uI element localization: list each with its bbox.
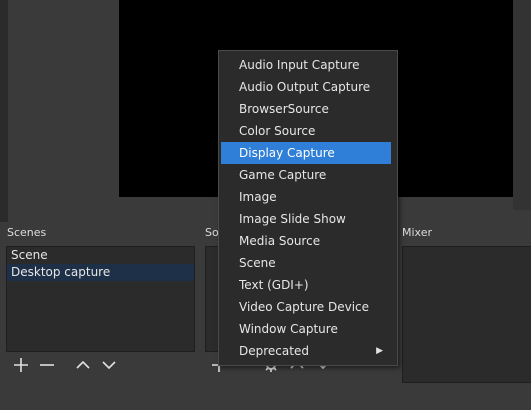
mixer-panel xyxy=(402,246,531,383)
menu-item-label: Text (GDI+) xyxy=(239,278,309,292)
preview-right-frame xyxy=(513,0,531,210)
move-scene-up-button[interactable] xyxy=(73,355,93,375)
menu-item-label: Image xyxy=(239,190,277,204)
menu-item-label: Audio Output Capture xyxy=(239,80,371,94)
menu-item-label: Video Capture Device xyxy=(239,300,370,314)
menu-item-browser-source[interactable]: BrowserSource xyxy=(221,98,391,120)
menu-item-label: Game Capture xyxy=(239,168,327,182)
chevron-up-icon xyxy=(76,360,90,369)
menu-item-window-capture[interactable]: Window Capture xyxy=(221,318,391,340)
mixer-dock-title: Mixer xyxy=(402,226,433,239)
sources-dock-title: So xyxy=(205,226,219,239)
menu-item-image-slide-show[interactable]: Image Slide Show xyxy=(221,208,391,230)
menu-item-game-capture[interactable]: Game Capture xyxy=(221,164,391,186)
menu-item-label: Display Capture xyxy=(239,146,335,160)
preview-left-bar xyxy=(0,0,8,222)
chevron-down-icon xyxy=(102,361,116,370)
menu-item-label: Scene xyxy=(239,256,276,270)
move-scene-down-button[interactable] xyxy=(99,355,119,375)
menu-item-video-capture-device[interactable]: Video Capture Device xyxy=(221,296,391,318)
scenes-dock-title: Scenes xyxy=(7,226,47,239)
menu-item-color-source[interactable]: Color Source xyxy=(221,120,391,142)
add-source-menu: Audio Input Capture Audio Output Capture… xyxy=(218,50,398,366)
minus-icon xyxy=(40,364,54,366)
menu-item-label: BrowserSource xyxy=(239,102,329,116)
menu-item-audio-output-capture[interactable]: Audio Output Capture xyxy=(221,76,391,98)
menu-item-deprecated[interactable]: Deprecated ▶ xyxy=(221,340,391,362)
menu-item-image[interactable]: Image xyxy=(221,186,391,208)
scene-item-desktop-capture[interactable]: Desktop capture xyxy=(7,264,194,281)
menu-item-display-capture[interactable]: Display Capture xyxy=(221,142,391,164)
remove-scene-button[interactable] xyxy=(37,355,57,375)
menu-item-scene[interactable]: Scene xyxy=(221,252,391,274)
menu-item-label: Deprecated xyxy=(239,344,309,358)
submenu-arrow-icon: ▶ xyxy=(376,346,383,356)
menu-item-audio-input-capture[interactable]: Audio Input Capture xyxy=(221,54,391,76)
menu-item-media-source[interactable]: Media Source xyxy=(221,230,391,252)
menu-item-label: Color Source xyxy=(239,124,316,138)
menu-item-label: Image Slide Show xyxy=(239,212,346,226)
plus-icon xyxy=(14,358,28,372)
scenes-list[interactable]: Scene Desktop capture xyxy=(6,246,195,352)
menu-item-label: Audio Input Capture xyxy=(239,58,360,72)
menu-item-text-gdi[interactable]: Text (GDI+) xyxy=(221,274,391,296)
mixer-dock: Mixer xyxy=(398,223,531,383)
menu-item-label: Window Capture xyxy=(239,322,338,336)
menu-item-label: Media Source xyxy=(239,234,321,248)
scenes-toolbar xyxy=(11,355,119,375)
scene-item-scene[interactable]: Scene xyxy=(7,247,194,264)
scenes-dock: Scenes Scene Desktop capture xyxy=(3,223,197,383)
add-scene-button[interactable] xyxy=(11,355,31,375)
